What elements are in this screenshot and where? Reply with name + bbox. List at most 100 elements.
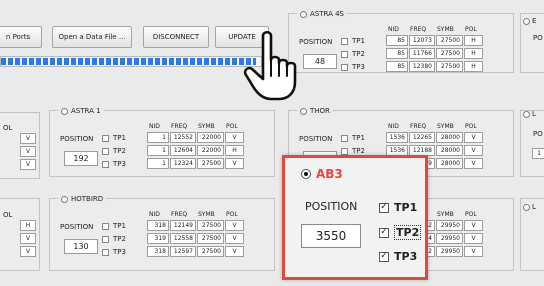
tp-checkbox-row[interactable]: TP1 (341, 134, 365, 142)
tp-checkbox[interactable] (341, 134, 348, 142)
tp-checkbox[interactable] (102, 147, 109, 155)
pol-cell[interactable]: H (464, 35, 483, 46)
symb-cell[interactable]: 27500 (197, 233, 224, 244)
freq-cell[interactable]: 12558 (170, 233, 196, 244)
tp-checkbox-row[interactable]: TP2 (341, 147, 365, 155)
tp-checkbox-row[interactable]: TP1 (341, 37, 365, 45)
symb-cell[interactable]: 28000 (436, 132, 463, 143)
symb-cell[interactable]: 28000 (436, 145, 463, 156)
tp-checkbox[interactable] (341, 50, 348, 58)
tp-checkbox[interactable] (341, 63, 348, 71)
tp-checkbox-row[interactable]: TP1 (102, 222, 126, 230)
symb-cell[interactable]: 27500 (197, 158, 224, 169)
tp-checkbox[interactable] (102, 248, 109, 256)
pol-cell[interactable]: H (20, 220, 36, 231)
tp-checkbox-row[interactable]: TP2 (102, 147, 126, 155)
pol-cell[interactable]: V (225, 132, 244, 143)
tp-checkbox-row[interactable]: TP2 (102, 235, 126, 243)
pol-cell[interactable]: V (20, 146, 36, 157)
position-input[interactable]: 130 (64, 239, 98, 254)
pol-cell[interactable]: V (225, 246, 244, 257)
tp-checkbox[interactable] (102, 222, 109, 230)
pol-cell[interactable]: V (225, 220, 244, 231)
freq-cell[interactable]: 12149 (170, 220, 196, 231)
ab3-position-input[interactable]: 3550 (301, 224, 361, 248)
freq-cell[interactable]: 12552 (170, 132, 196, 143)
nid-cell[interactable]: 1 (147, 145, 169, 156)
symb-cell[interactable]: 29950 (436, 220, 463, 231)
ab3-tp1-row[interactable]: ✓ TP1 (379, 201, 417, 214)
pol-cell[interactable]: V (20, 246, 36, 257)
symb-cell[interactable]: 27500 (436, 35, 463, 46)
pol-cell[interactable]: V (20, 233, 36, 244)
disconnect-button[interactable]: DISCONNECT (143, 26, 209, 48)
tp-checkbox[interactable] (102, 235, 109, 243)
freq-cell[interactable]: 12324 (170, 158, 196, 169)
tp-checkbox[interactable] (341, 147, 348, 155)
open-data-file-button[interactable]: Open a Data File ... (52, 26, 132, 48)
pol-cell[interactable]: H (464, 61, 483, 72)
symb-cell[interactable]: 29950 (436, 246, 463, 257)
position-input[interactable]: 48 (303, 54, 337, 69)
pol-cell[interactable]: V (20, 133, 36, 144)
nid-cell[interactable]: 319 (147, 233, 169, 244)
freq-cell[interactable]: 12265 (409, 132, 435, 143)
right-radio-1[interactable] (523, 17, 530, 25)
pol-cell[interactable]: V (225, 158, 244, 169)
freq-cell[interactable]: 12073 (409, 35, 435, 46)
nid-cell[interactable]: 1 (147, 158, 169, 169)
ab3-radio[interactable] (301, 169, 311, 179)
symb-cell[interactable]: 28000 (436, 158, 463, 169)
satellite-radio[interactable] (61, 195, 68, 203)
nid-cell[interactable]: 1 (147, 132, 169, 143)
ab3-tp2-row[interactable]: ✓ TP2 (379, 225, 422, 240)
nid-cell[interactable]: 85 (386, 61, 408, 72)
tp-checkbox-row[interactable]: TP3 (341, 63, 365, 71)
satellite-radio[interactable] (61, 107, 68, 115)
symb-cell[interactable]: 22000 (197, 145, 224, 156)
tp1-checkbox[interactable]: ✓ (379, 202, 389, 213)
tp3-checkbox[interactable]: ✓ (379, 251, 389, 262)
tp-checkbox-row[interactable]: TP2 (341, 50, 365, 58)
symb-cell[interactable]: 27500 (436, 48, 463, 59)
freq-cell[interactable]: 11766 (409, 48, 435, 59)
tp2-checkbox[interactable]: ✓ (379, 227, 389, 238)
freq-cell[interactable]: 12597 (170, 246, 196, 257)
tp-checkbox-row[interactable]: TP3 (102, 160, 126, 168)
pol-cell[interactable]: V (464, 158, 483, 169)
symb-cell[interactable]: 22000 (197, 132, 224, 143)
symb-cell[interactable]: 27500 (197, 246, 224, 257)
pol-cell[interactable]: H (464, 48, 483, 59)
nid-cell[interactable]: 318 (147, 246, 169, 257)
symb-cell[interactable]: 27500 (197, 220, 224, 231)
pol-cell[interactable]: H (225, 145, 244, 156)
tp-checkbox-row[interactable]: TP3 (102, 248, 126, 256)
nid-cell[interactable]: 85 (386, 48, 408, 59)
right-radio-2[interactable] (523, 110, 530, 118)
nid-cell[interactable]: 85 (386, 35, 408, 46)
ab3-tp3-row[interactable]: ✓ TP3 (379, 250, 417, 263)
satellite-radio[interactable] (300, 10, 307, 18)
symb-cell[interactable]: 27500 (436, 61, 463, 72)
freq-cell[interactable]: 12380 (409, 61, 435, 72)
tp-checkbox[interactable] (341, 37, 348, 45)
position-input[interactable]: 192 (64, 151, 98, 166)
pol-cell[interactable]: V (464, 246, 483, 257)
freq-cell[interactable]: 12604 (170, 145, 196, 156)
pol-cell[interactable]: V (225, 233, 244, 244)
right-radio-3[interactable] (523, 203, 530, 211)
satellite-radio[interactable] (300, 107, 307, 115)
tp-checkbox-row[interactable]: TP1 (102, 134, 126, 142)
tp-checkbox[interactable] (102, 160, 109, 168)
symb-cell[interactable]: 29950 (436, 233, 463, 244)
pol-cell[interactable]: V (20, 159, 36, 170)
pol-cell[interactable]: V (464, 233, 483, 244)
nid-cell[interactable]: 318 (147, 220, 169, 231)
pol-cell[interactable]: V (464, 220, 483, 231)
nid-cell[interactable]: 1536 (386, 132, 408, 143)
pol-cell[interactable]: V (464, 145, 483, 156)
pol-cell[interactable]: V (464, 132, 483, 143)
tp-checkbox[interactable] (102, 134, 109, 142)
ports-button[interactable]: n Ports (0, 26, 42, 48)
right-position-value[interactable]: 1 (532, 148, 544, 159)
